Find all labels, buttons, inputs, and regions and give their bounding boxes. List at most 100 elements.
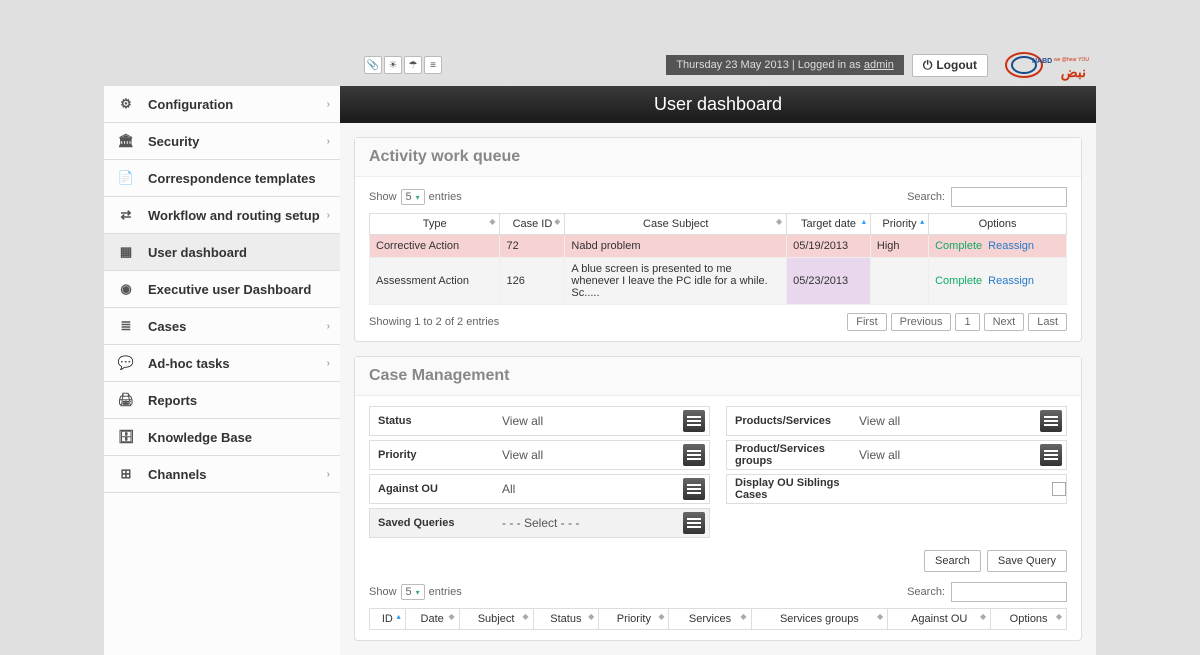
list-icon[interactable]: [683, 410, 705, 432]
table-row: Assessment Action 126 A blue screen is p…: [370, 258, 1067, 305]
sidebar-item-label: Cases: [148, 319, 186, 334]
chevron-right-icon: ›: [327, 321, 330, 332]
search-label: Search:: [907, 586, 945, 598]
mgmt-table: ID▴ Date◆ Subject◆ Status◆ Priority◆ Ser…: [369, 608, 1067, 630]
list-icon[interactable]: [683, 444, 705, 466]
filter-label: Display OU Siblings Cases: [727, 477, 853, 501]
sidebar-item-cases[interactable]: ≣Cases›: [104, 308, 340, 345]
checkbox[interactable]: [1052, 482, 1066, 496]
sidebar-item-label: User dashboard: [148, 245, 247, 260]
logout-button[interactable]: ⏻ Logout: [912, 54, 988, 77]
sidebar-item-label: Channels: [148, 467, 207, 482]
pager-prev[interactable]: Previous: [891, 313, 952, 331]
sidebar-item-label: Knowledge Base: [148, 430, 252, 445]
sidebar-item-label: Security: [148, 134, 199, 149]
search-button[interactable]: Search: [924, 550, 981, 572]
save-query-button[interactable]: Save Query: [987, 550, 1067, 572]
case-management-panel: Case Management StatusView allPriorityVi…: [354, 356, 1082, 641]
sidebar-item-workflow-and-routing-setup[interactable]: ⇄ Workflow and routing setup ›: [104, 197, 340, 234]
search-label: Search:: [907, 191, 945, 203]
list-icon[interactable]: [1040, 410, 1062, 432]
filter-row-products-services: Products/ServicesView all: [726, 406, 1067, 436]
col-type[interactable]: Type◆: [370, 214, 500, 235]
sidebar-icon: ⊞: [114, 464, 138, 484]
filter-value[interactable]: View all: [853, 414, 1040, 428]
col-date[interactable]: Date◆: [405, 609, 459, 630]
sidebar-icon: 💬: [114, 353, 138, 373]
table-info: Showing 1 to 2 of 2 entries: [369, 316, 499, 328]
pager-first[interactable]: First: [847, 313, 886, 331]
chevron-right-icon: ›: [327, 99, 330, 110]
sidebar-item-ad-hoc-tasks[interactable]: 💬Ad-hoc tasks›: [104, 345, 340, 382]
sidebar-icon: 🖨: [114, 390, 138, 410]
pager-next[interactable]: Next: [984, 313, 1025, 331]
queue-title: Activity work queue: [355, 138, 1081, 177]
filter-row-against-ou: Against OUAll: [369, 474, 710, 504]
status-user-link[interactable]: admin: [864, 59, 894, 71]
filter-row-priority: PriorityView all: [369, 440, 710, 470]
toolbar-umbrella-icon[interactable]: ☂: [404, 56, 422, 74]
mgmt-title: Case Management: [355, 357, 1081, 396]
filter-row-display-ou-siblings-cases: Display OU Siblings Cases: [726, 474, 1067, 504]
queue-search-input[interactable]: [951, 187, 1067, 207]
col-services[interactable]: Services◆: [669, 609, 751, 630]
col-subject[interactable]: Subject◆: [459, 609, 533, 630]
col-id[interactable]: ID▴: [370, 609, 406, 630]
complete-link[interactable]: Complete: [935, 275, 982, 287]
col-options[interactable]: Options: [929, 214, 1067, 235]
toolbar-layout-icon[interactable]: ≡: [424, 56, 442, 74]
sidebar-item-knowledge-base[interactable]: 🗄 Knowledge Base: [104, 419, 340, 456]
table-row: Corrective Action 72 Nabd problem 05/19/…: [370, 235, 1067, 258]
list-icon[interactable]: [1040, 444, 1062, 466]
sidebar: ⚙Configuration› 🏛 Security › 📄Correspondence…: [104, 86, 340, 655]
sidebar-item-configuration[interactable]: ⚙Configuration›: [104, 86, 340, 123]
sidebar-item-reports[interactable]: 🖨Reports: [104, 382, 340, 419]
page-title: User dashboard: [340, 86, 1096, 123]
list-icon[interactable]: [683, 512, 705, 534]
col-case-subject[interactable]: Case Subject◆: [565, 214, 787, 235]
sidebar-item-correspondence-templates[interactable]: 📄Correspondence templates: [104, 160, 340, 197]
sidebar-item-security[interactable]: 🏛Security›: [104, 123, 340, 160]
dropdown-arrow-icon: ▾: [416, 193, 420, 202]
mgmt-search-input[interactable]: [951, 582, 1067, 602]
show-select[interactable]: 5▾: [401, 584, 425, 600]
col-status[interactable]: Status◆: [533, 609, 599, 630]
sidebar-icon: ⚙: [114, 94, 138, 114]
pager-last[interactable]: Last: [1028, 313, 1067, 331]
filter-value[interactable]: View all: [496, 448, 683, 462]
svg-text:NABD: NABD: [1032, 58, 1052, 65]
toolbar-sun-icon[interactable]: ☀: [384, 56, 402, 74]
dropdown-arrow-icon: ▾: [416, 588, 420, 597]
logout-label: Logout: [936, 58, 977, 72]
status-bar: Thursday 23 May 2013 | Logged in as admi…: [666, 55, 904, 75]
col-against-ou[interactable]: Against OU◆: [888, 609, 991, 630]
sidebar-icon: 🏛: [114, 131, 138, 151]
col-case-id[interactable]: Case ID◆: [500, 214, 565, 235]
col-services-groups[interactable]: Services groups◆: [751, 609, 888, 630]
toolbar-attach-icon[interactable]: 📎: [364, 56, 382, 74]
show-select[interactable]: 5▾: [401, 189, 425, 205]
sidebar-item-executive-user-dashboard[interactable]: ◉Executive user Dashboard: [104, 271, 340, 308]
col-target-date[interactable]: Target date▴: [787, 214, 871, 235]
sidebar-item-label: Workflow and routing setup: [148, 208, 320, 223]
chevron-right-icon: ›: [327, 210, 330, 221]
filter-value[interactable]: View all: [853, 448, 1040, 462]
sidebar-icon: 🗄: [114, 427, 138, 447]
filter-value[interactable]: - - - Select - - -: [496, 516, 683, 530]
svg-text:we @hear YOU: we @hear YOU: [1054, 57, 1089, 63]
list-icon[interactable]: [683, 478, 705, 500]
reassign-link[interactable]: Reassign: [988, 275, 1034, 287]
col-priority[interactable]: Priority◆: [599, 609, 669, 630]
filter-value[interactable]: All: [496, 482, 683, 496]
filter-label: Priority: [370, 449, 496, 461]
activity-queue-panel: Activity work queue Show 5▾ entries Sear…: [354, 137, 1082, 342]
filter-value[interactable]: View all: [496, 414, 683, 428]
pager-page[interactable]: 1: [955, 313, 979, 331]
col-options[interactable]: Options◆: [991, 609, 1067, 630]
reassign-link[interactable]: Reassign: [988, 240, 1034, 252]
sidebar-item-channels[interactable]: ⊞Channels›: [104, 456, 340, 493]
complete-link[interactable]: Complete: [935, 240, 982, 252]
sidebar-icon: ⇄: [114, 205, 138, 225]
sidebar-item-user-dashboard[interactable]: ▦User dashboard: [104, 234, 340, 271]
col-priority[interactable]: Priority▴: [870, 214, 928, 235]
